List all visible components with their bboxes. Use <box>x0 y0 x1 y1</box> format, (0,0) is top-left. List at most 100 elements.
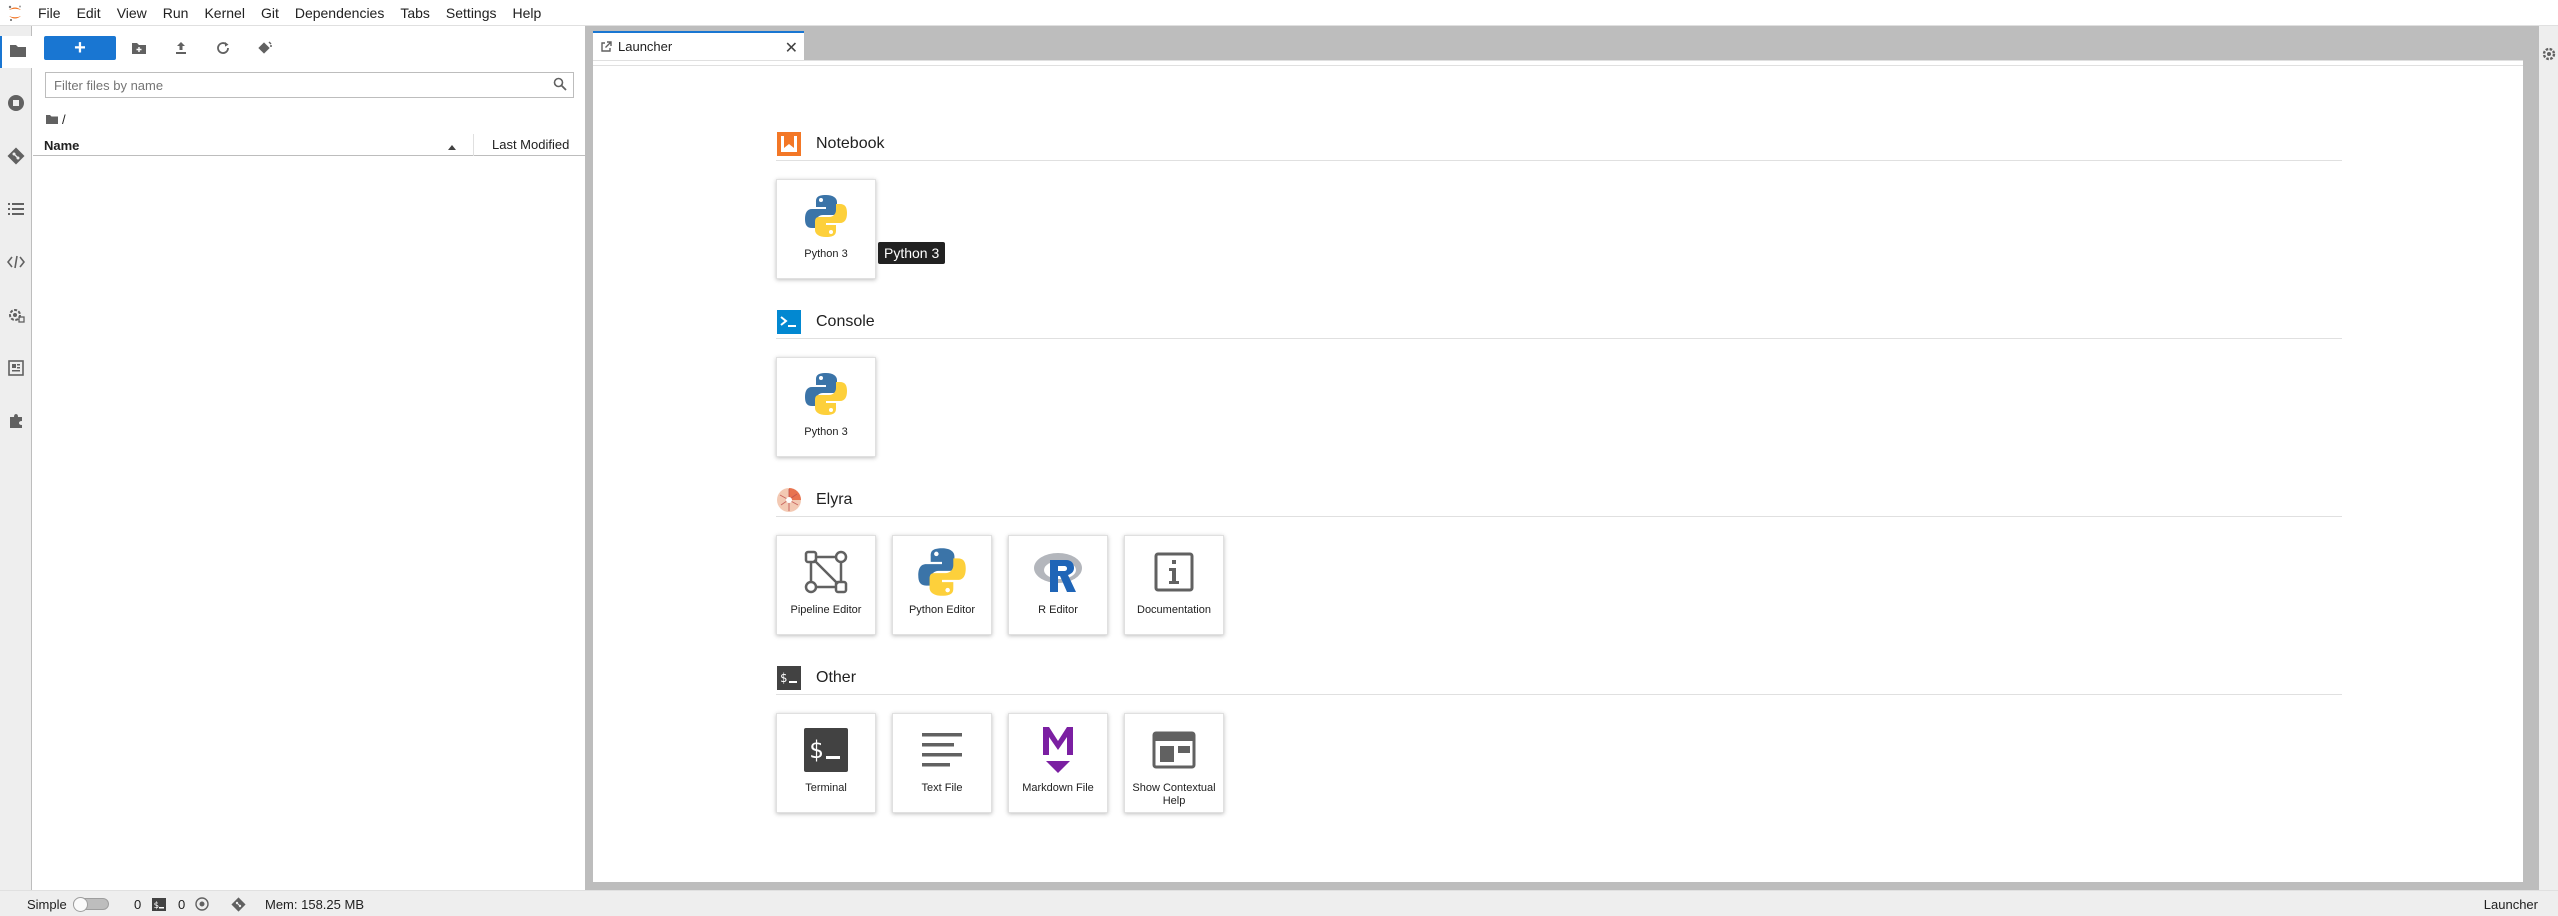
text-file-icon <box>893 722 991 778</box>
main-dock-area: Launcher ✕ Notebook Python 3 Console Pyt… <box>586 26 2538 890</box>
menu-tabs[interactable]: Tabs <box>392 0 438 26</box>
console-icon <box>776 309 802 335</box>
simple-mode-toggle[interactable] <box>73 897 109 912</box>
close-icon[interactable]: ✕ <box>785 38 798 58</box>
r-icon <box>1009 544 1107 600</box>
section-other: $ Other $ Terminal Text File Markdown Fi… <box>776 665 2342 835</box>
kernel-status-icon <box>195 897 209 911</box>
python-icon <box>777 188 875 244</box>
launcher-divider <box>593 65 2523 66</box>
notebook-icon <box>776 131 802 157</box>
contextual-help-icon <box>1125 722 1223 778</box>
file-browser-toolbar: + <box>33 34 586 64</box>
upload-icon[interactable] <box>169 38 193 58</box>
git-status-icon[interactable] <box>231 897 246 912</box>
home-folder-icon[interactable] <box>46 114 58 124</box>
menu-run[interactable]: Run <box>155 0 197 26</box>
section-title: Console <box>816 313 875 330</box>
section-title: Elyra <box>816 491 853 508</box>
activity-code-snippets[interactable] <box>0 248 32 280</box>
column-name-header[interactable]: Name <box>44 138 79 153</box>
svg-text:$: $ <box>154 901 159 911</box>
toggle-knob <box>73 897 88 912</box>
menu-edit[interactable]: Edit <box>69 0 109 26</box>
new-launcher-button[interactable]: + <box>44 36 116 60</box>
new-folder-icon[interactable] <box>127 38 151 58</box>
activity-toc[interactable] <box>0 195 32 227</box>
card-label: Show Contextual Help <box>1132 782 1216 807</box>
simple-mode-label: Simple <box>27 897 67 912</box>
menu-kernel[interactable]: Kernel <box>196 0 252 26</box>
elyra-icon <box>776 487 802 513</box>
git-clone-icon[interactable] <box>253 38 277 58</box>
activity-file-browser[interactable] <box>0 36 33 68</box>
pipeline-icon <box>777 544 875 600</box>
launcher-card-r-editor[interactable]: R Editor <box>1008 535 1108 635</box>
menu-git[interactable]: Git <box>253 0 287 26</box>
property-inspector-gear-icon[interactable] <box>2541 46 2557 67</box>
launcher-card-console-python3[interactable]: Python 3 <box>776 357 876 457</box>
tooltip: Python 3 <box>878 242 946 264</box>
column-last-modified-header[interactable]: Last Modified <box>473 134 586 156</box>
launcher-card-contextual-help[interactable]: Show Contextual Help <box>1124 713 1224 813</box>
section-header: Notebook <box>776 131 2342 161</box>
section-header: Elyra <box>776 487 2342 517</box>
menu-settings[interactable]: Settings <box>438 0 505 26</box>
launcher-card-documentation[interactable]: Documentation <box>1124 535 1224 635</box>
python-icon <box>777 366 875 422</box>
terminal-section-icon: $ <box>776 665 802 691</box>
file-listing-header: Name Last Modified <box>33 134 586 156</box>
breadcrumb-root[interactable]: / <box>62 112 66 127</box>
search-icon <box>553 77 567 96</box>
sort-ascending-icon <box>447 139 457 154</box>
memory-usage: Mem: 158.25 MB <box>265 897 364 912</box>
folder-icon <box>9 42 27 63</box>
menu-file[interactable]: File <box>30 0 69 26</box>
terminal-icon: $ <box>777 722 875 778</box>
launcher-card-markdown-file[interactable]: Markdown File <box>1008 713 1108 813</box>
launcher-card-python-editor[interactable]: Python Editor <box>892 535 992 635</box>
activity-running[interactable] <box>0 89 32 121</box>
file-browser-panel: + / Name Last Modified <box>33 26 586 890</box>
section-elyra: Elyra Pipeline Editor Python Editor R Ed… <box>776 487 2342 647</box>
card-label: Pipeline Editor <box>790 604 862 616</box>
status-bar: Simple 0 $ 0 Mem: 158.25 MB Launcher <box>0 890 2558 916</box>
terminal-count[interactable]: 0 <box>178 897 185 912</box>
section-console: Console Python 3 <box>776 309 2342 469</box>
menu-view[interactable]: View <box>109 0 155 26</box>
launch-icon <box>600 40 612 53</box>
kernel-count[interactable]: 0 <box>134 897 141 912</box>
launcher-card-text-file[interactable]: Text File <box>892 713 992 813</box>
activity-runtimes[interactable] <box>0 301 32 333</box>
activity-catalog[interactable] <box>0 354 32 386</box>
puzzle-icon <box>7 412 25 435</box>
card-label: Python 3 <box>804 426 848 438</box>
svg-text:$: $ <box>809 736 823 764</box>
code-icon <box>6 255 26 274</box>
tab-launcher[interactable]: Launcher ✕ <box>593 31 804 60</box>
activity-git[interactable] <box>0 142 32 174</box>
markdown-icon <box>1009 722 1107 778</box>
launcher-card-pipeline-editor[interactable]: Pipeline Editor <box>776 535 876 635</box>
activity-extensions[interactable] <box>0 407 32 439</box>
menu-dependencies[interactable]: Dependencies <box>287 0 393 26</box>
runtimes-gear-icon <box>7 306 25 329</box>
launcher-card-terminal[interactable]: $ Terminal <box>776 713 876 813</box>
breadcrumb: / <box>46 110 66 128</box>
card-label: Terminal <box>805 782 847 794</box>
toggle-switch[interactable] <box>73 897 109 912</box>
refresh-icon[interactable] <box>211 38 235 58</box>
left-activity-bar <box>0 26 33 890</box>
filter-files-input[interactable] <box>46 73 546 97</box>
launcher-card-notebook-python3[interactable]: Python 3 <box>776 179 876 279</box>
catalog-icon <box>8 359 24 381</box>
svg-text:$: $ <box>780 671 787 685</box>
tab-launcher-label: Launcher <box>618 39 673 54</box>
list-icon <box>8 202 24 221</box>
jupyter-logo-icon <box>0 0 30 26</box>
card-label: R Editor <box>1038 604 1078 616</box>
card-label: Python Editor <box>908 604 976 616</box>
filter-box <box>45 72 574 98</box>
menu-help[interactable]: Help <box>505 0 550 26</box>
python-icon <box>893 544 991 600</box>
